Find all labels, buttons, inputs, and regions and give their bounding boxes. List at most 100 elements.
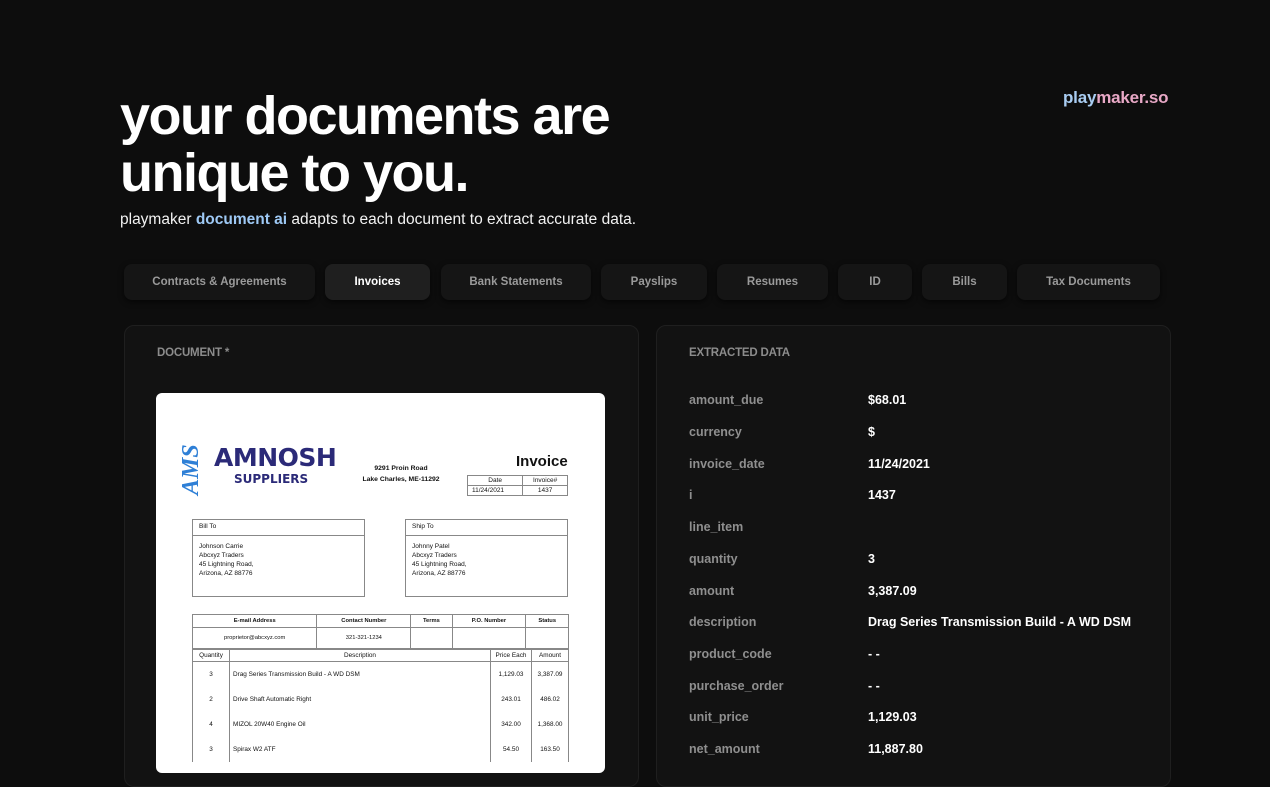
tab-tax-documents[interactable]: Tax Documents: [1017, 264, 1160, 300]
tab-id[interactable]: ID: [838, 264, 912, 300]
table-row: 2 Drive Shaft Automatic Right 243.01 486…: [192, 687, 569, 712]
brand-part1: play: [1063, 88, 1097, 107]
invoice-title: Invoice: [516, 453, 568, 470]
tab-resumes[interactable]: Resumes: [717, 264, 828, 300]
invoice-document[interactable]: AMS AMNOSH SUPPLIERS 9291 Proin Road Lak…: [156, 393, 605, 773]
item-amount: 1,368.00: [531, 712, 569, 737]
tab-payslips[interactable]: Payslips: [601, 264, 707, 300]
item-price: 1,129.03: [490, 661, 532, 687]
hero-sub-after: adapts to each document to extract accur…: [287, 211, 637, 228]
info-header: Contact Number: [316, 614, 412, 628]
brand-logo[interactable]: playmaker.so: [1063, 88, 1169, 108]
info-value: [410, 627, 453, 649]
item-desc: Drive Shaft Automatic Right: [229, 687, 491, 712]
field-key: amount_due: [689, 393, 764, 407]
field-key: purchase_order: [689, 679, 784, 693]
items-header: Description: [229, 649, 491, 662]
info-value: [525, 627, 569, 649]
field-key: invoice_date: [689, 457, 765, 471]
brand-part2: maker.so: [1096, 88, 1169, 107]
field-value[interactable]: - -: [868, 679, 880, 693]
field-value[interactable]: $: [868, 425, 875, 439]
ship-to-box: Ship To Johnny Patel Abcxyz Traders 45 L…: [405, 519, 568, 597]
hero-title-line1: your documents are: [120, 86, 611, 146]
field-value[interactable]: Drag Series Transmission Build - A WD DS…: [868, 615, 1131, 629]
item-qty: 3: [192, 661, 230, 687]
field-key: currency: [689, 425, 742, 439]
ams-logo-icon: AMS: [178, 444, 204, 497]
invoice-items-table: Quantity Description Price Each Amount 3…: [192, 649, 569, 762]
item-qty: 4: [192, 712, 230, 737]
tab-contracts[interactable]: Contracts & Agreements: [124, 264, 315, 300]
bill-to-line: Arizona, AZ 88776: [199, 570, 253, 577]
bill-to-line: Johnson Carrie: [199, 543, 244, 550]
field-key: net_amount: [689, 742, 760, 756]
field-key: line_item: [689, 520, 744, 534]
field-key: unit_price: [689, 710, 749, 724]
item-desc: Drag Series Transmission Build - A WD DS…: [229, 661, 491, 687]
hero-subtitle: playmaker document ai adapts to each doc…: [120, 211, 636, 229]
hero-sub-before: playmaker: [120, 211, 196, 228]
invoice-date: 11/24/2021: [466, 485, 524, 496]
field-value[interactable]: 11,887.80: [868, 742, 923, 756]
field-key: description: [689, 615, 757, 629]
item-amount: 3,387.09: [531, 661, 569, 687]
table-row: 4 MIZOL 20W40 Engine Oil 342.00 1,368.00: [192, 712, 569, 737]
items-header: Quantity: [192, 649, 230, 662]
invoice-info-table: E-mail Address Contact Number Terms P.O.…: [191, 614, 569, 649]
field-key: amount: [689, 584, 735, 598]
ship-to-line: Arizona, AZ 88776: [412, 570, 466, 577]
ship-to-label: Ship To: [406, 520, 567, 536]
info-header: Terms: [410, 614, 453, 628]
bill-to-line: Abcxyz Traders: [199, 552, 244, 559]
item-amount: 486.02: [531, 687, 569, 712]
ams-logo-text: AMS: [178, 444, 204, 497]
info-value: 321-321-1234: [316, 627, 412, 649]
field-value[interactable]: 11/24/2021: [868, 457, 930, 471]
bill-to-box: Bill To Johnson Carrie Abcxyz Traders 45…: [192, 519, 365, 597]
company-address: 9291 Proin Road Lake Charles, ME-11292: [361, 463, 441, 485]
ship-to-line: Abcxyz Traders: [412, 552, 457, 559]
item-qty: 3: [192, 737, 230, 762]
tab-bills[interactable]: Bills: [922, 264, 1007, 300]
number-header: Invoice#: [522, 475, 568, 486]
address-line2: Lake Charles, ME-11292: [362, 476, 440, 483]
extracted-panel-label: EXTRACTED DATA: [689, 347, 790, 359]
bill-to-label: Bill To: [193, 520, 364, 536]
field-value[interactable]: - -: [868, 647, 880, 661]
bill-to-line: 45 Lightning Road,: [199, 561, 254, 568]
items-header: Price Each: [490, 649, 532, 662]
table-row: 3 Drag Series Transmission Build - A WD …: [192, 661, 569, 687]
item-qty: 2: [192, 687, 230, 712]
hero-title: your documents are unique to you.: [120, 88, 680, 202]
tab-invoices[interactable]: Invoices: [325, 264, 430, 300]
item-desc: MIZOL 20W40 Engine Oil: [229, 712, 491, 737]
item-amount: 163.50: [531, 737, 569, 762]
address-line1: 9291 Proin Road: [374, 465, 428, 472]
hero-title-line2: unique to you.: [120, 143, 469, 203]
items-header: Amount: [531, 649, 569, 662]
tab-bank-statements[interactable]: Bank Statements: [441, 264, 591, 300]
field-value[interactable]: 1437: [868, 488, 896, 502]
field-value[interactable]: 3: [868, 552, 875, 566]
info-value: [451, 627, 527, 649]
item-price: 54.50: [490, 737, 532, 762]
info-header: P.O. Number: [451, 614, 527, 628]
date-header: Date: [466, 475, 524, 486]
field-key: i: [689, 488, 693, 502]
invoice-number: 1437: [522, 485, 568, 496]
info-header: Status: [525, 614, 569, 628]
hero-sub-highlight: document ai: [195, 211, 288, 228]
field-key: quantity: [689, 552, 738, 566]
field-value[interactable]: 1,129.03: [868, 710, 917, 724]
document-panel-label: DOCUMENT *: [157, 347, 230, 359]
field-value[interactable]: 3,387.09: [868, 584, 917, 598]
field-key: product_code: [689, 647, 772, 661]
invoice-date-table: Date Invoice# 11/24/2021 1437: [466, 475, 568, 496]
field-value[interactable]: $68.01: [868, 393, 906, 407]
item-price: 243.01: [490, 687, 532, 712]
company-sub: SUPPLIERS: [234, 472, 309, 486]
ship-to-line: 45 Lightning Road,: [412, 561, 467, 568]
item-price: 342.00: [490, 712, 532, 737]
info-header: E-mail Address: [191, 614, 318, 628]
